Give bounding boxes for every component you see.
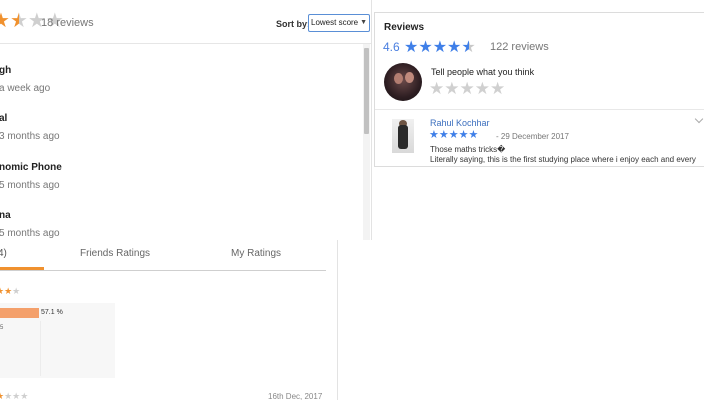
reviewer-name[interactable]: na: [0, 210, 11, 221]
divider: [375, 109, 704, 110]
ratings-panel: 4) Friends Ratings My Ratings ★★★ 57.1 %…: [0, 240, 338, 400]
star-icon: ★: [458, 129, 469, 141]
review-stars: ★★★★★: [429, 128, 478, 141]
review-date: 5 months ago: [0, 180, 60, 191]
half-star-icon: ★: [9, 10, 28, 32]
star-empty-icon[interactable]: ★: [429, 79, 444, 98]
active-tab-indicator: [0, 267, 44, 270]
review-date: a week ago: [0, 83, 51, 94]
star-empty-icon[interactable]: ★: [490, 79, 505, 98]
star-icon: ★: [448, 129, 459, 141]
star-icon: ★: [468, 129, 479, 141]
sort-by-label: Sort by:: [276, 19, 311, 29]
rating-level-label: 5: [0, 325, 4, 331]
ratings-tabs: 4) Friends Ratings My Ratings: [0, 240, 326, 271]
half-star-icon: ★: [461, 39, 476, 56]
review-rating-stars: ★★★★: [0, 391, 29, 400]
star-icon: ★: [438, 129, 449, 141]
sort-select[interactable]: Lowest score ▼: [308, 14, 370, 32]
review-text: Literally saying, this is the first stud…: [430, 155, 696, 164]
star-empty-icon[interactable]: ★: [460, 79, 475, 98]
review-date: - 29 December 2017: [496, 132, 569, 141]
reviews-count: 18 reviews: [41, 17, 94, 29]
store-reviews-panel: ★★★★ 18 reviews Sort by: Lowest score ▼ …: [0, 0, 372, 240]
tab-my-ratings[interactable]: My Ratings: [231, 248, 281, 259]
average-rating: 4.6: [383, 40, 400, 54]
reviewer-avatar[interactable]: [392, 119, 414, 153]
reviews-header: ★★★★ 18 reviews Sort by: Lowest score ▼: [0, 0, 371, 44]
star-empty-icon[interactable]: ★: [444, 79, 459, 98]
gridline: [40, 321, 41, 376]
scrollbar-thumb[interactable]: [364, 48, 369, 134]
sort-selected-value: Lowest score: [311, 18, 359, 27]
star-icon: ★: [447, 39, 462, 56]
tab-friends-ratings[interactable]: Friends Ratings: [80, 248, 150, 259]
star-icon: ★: [404, 39, 419, 56]
rating-bar-percent: 57.1 %: [41, 309, 63, 316]
reviewer-name[interactable]: gh: [0, 65, 11, 76]
google-reviews-panel: Reviews 4.6 ★★★★★ 122 reviews Tell peopl…: [374, 12, 704, 167]
tab-all-ratings[interactable]: 4): [0, 248, 7, 259]
average-rating-stars: ★★★★★: [404, 37, 476, 57]
review-date: 3 months ago: [0, 131, 60, 142]
chevron-down-icon: ▼: [360, 19, 367, 26]
star-icon: ★: [429, 129, 439, 141]
rating-bar: [0, 308, 39, 318]
review-date: 16th Dec, 2017: [268, 392, 323, 400]
write-review-prompt: Tell people what you think: [431, 67, 535, 77]
review-date: 5 months ago: [0, 228, 60, 239]
chevron-down-icon[interactable]: [694, 114, 704, 124]
star-icon: ★: [0, 10, 10, 32]
star-icon: ★: [418, 39, 433, 56]
user-avatar: [384, 63, 422, 101]
reviews-count-link[interactable]: 122 reviews: [490, 41, 549, 53]
reviews-title: Reviews: [384, 22, 425, 33]
star-icon: ★: [432, 39, 448, 56]
rate-stars-input[interactable]: ★★★★★: [429, 79, 505, 99]
reviewer-name[interactable]: al: [0, 113, 7, 124]
reviewer-name[interactable]: nomic Phone: [0, 162, 62, 173]
scrollbar[interactable]: [363, 44, 370, 240]
rating-stars: ★★★: [0, 286, 21, 296]
review-text: Those maths tricks�: [430, 145, 506, 154]
rating-distribution-chart: 57.1 % 5: [0, 303, 115, 378]
star-empty-icon[interactable]: ★: [475, 79, 490, 98]
reviewer-name-link[interactable]: Rahul Kochhar: [430, 118, 490, 128]
